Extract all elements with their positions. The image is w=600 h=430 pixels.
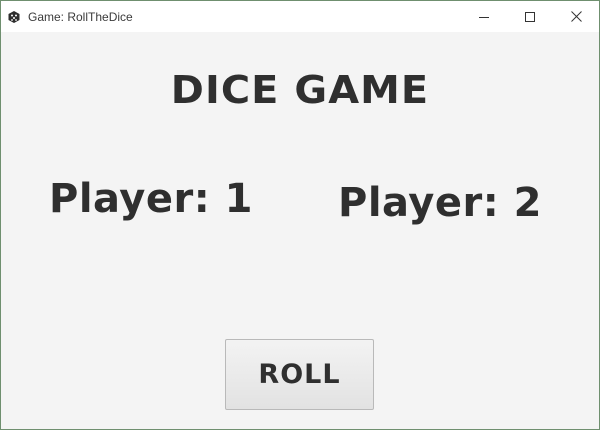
close-button[interactable] bbox=[553, 1, 599, 32]
player-1-label: Player: 1 bbox=[49, 176, 253, 222]
game-title: DICE GAME bbox=[170, 68, 430, 112]
minimize-button[interactable] bbox=[461, 1, 507, 32]
title-bar: Game: RollTheDice bbox=[1, 1, 599, 32]
maximize-icon bbox=[525, 11, 535, 22]
player-2-label: Player: 2 bbox=[338, 180, 542, 226]
roll-button[interactable]: ROLL bbox=[225, 339, 374, 410]
app-window: Game: RollTheDice DICE GAME Player: 1 Pl… bbox=[0, 0, 600, 430]
dice-icon bbox=[6, 9, 22, 25]
window-title: Game: RollTheDice bbox=[28, 9, 133, 24]
minimize-icon bbox=[479, 16, 489, 18]
close-icon bbox=[570, 11, 582, 22]
game-panel: DICE GAME Player: 1 Player: 2 ROLL bbox=[1, 32, 599, 429]
maximize-button[interactable] bbox=[507, 1, 553, 32]
